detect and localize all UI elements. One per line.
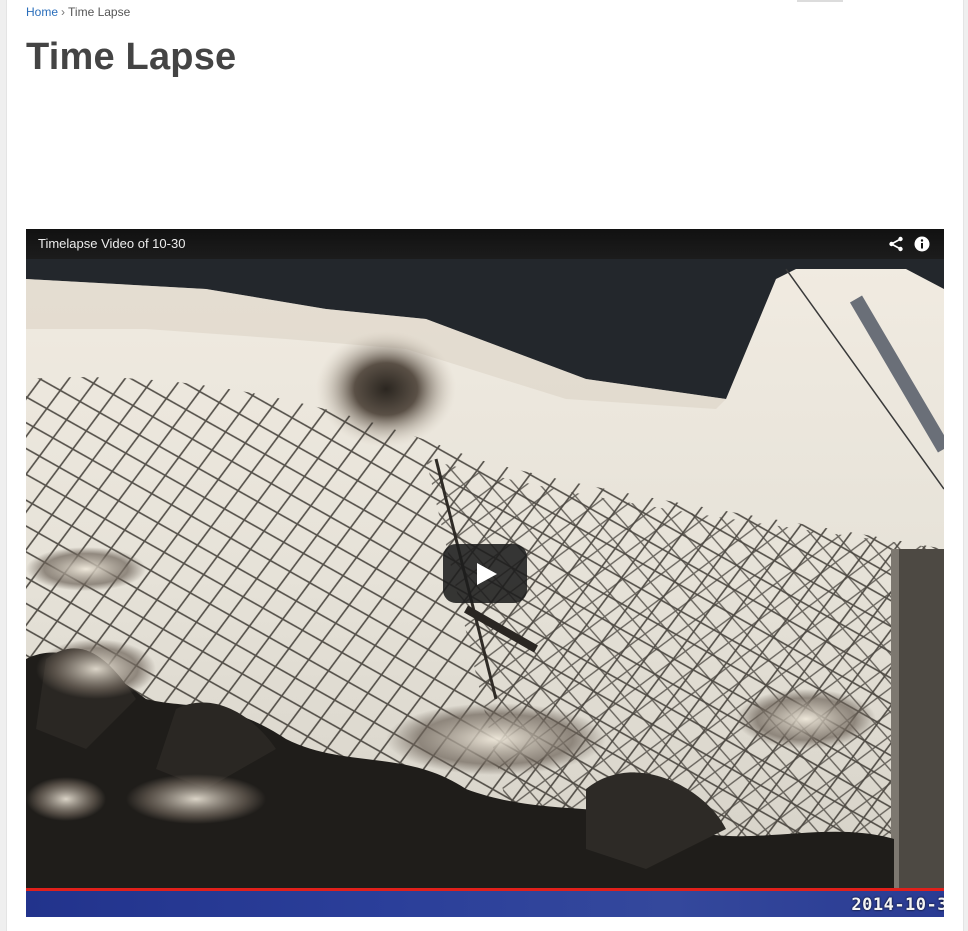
video-title-bar: Timelapse Video of 10-30: [26, 229, 944, 259]
play-icon: [477, 563, 497, 585]
breadcrumb-home-link[interactable]: Home: [26, 5, 58, 19]
breadcrumb: Home › Time Lapse: [26, 5, 130, 19]
page-container: Home › Time Lapse Time Lapse Timelapse V…: [6, 0, 964, 931]
video-player[interactable]: Timelapse Video of 10-30 2014-10-3: [26, 229, 944, 917]
date-stamp: 2014-10-3: [851, 895, 944, 915]
top-tab-stub: [797, 0, 843, 2]
info-icon[interactable]: [914, 236, 930, 252]
page-title: Time Lapse: [26, 36, 237, 78]
share-icon[interactable]: [888, 236, 904, 252]
breadcrumb-separator: ›: [61, 5, 66, 19]
breadcrumb-current: Time Lapse: [68, 5, 131, 19]
play-button[interactable]: [443, 544, 527, 603]
video-date-overlay: 2014-10-3: [26, 891, 944, 917]
video-title[interactable]: Timelapse Video of 10-30: [38, 236, 185, 251]
